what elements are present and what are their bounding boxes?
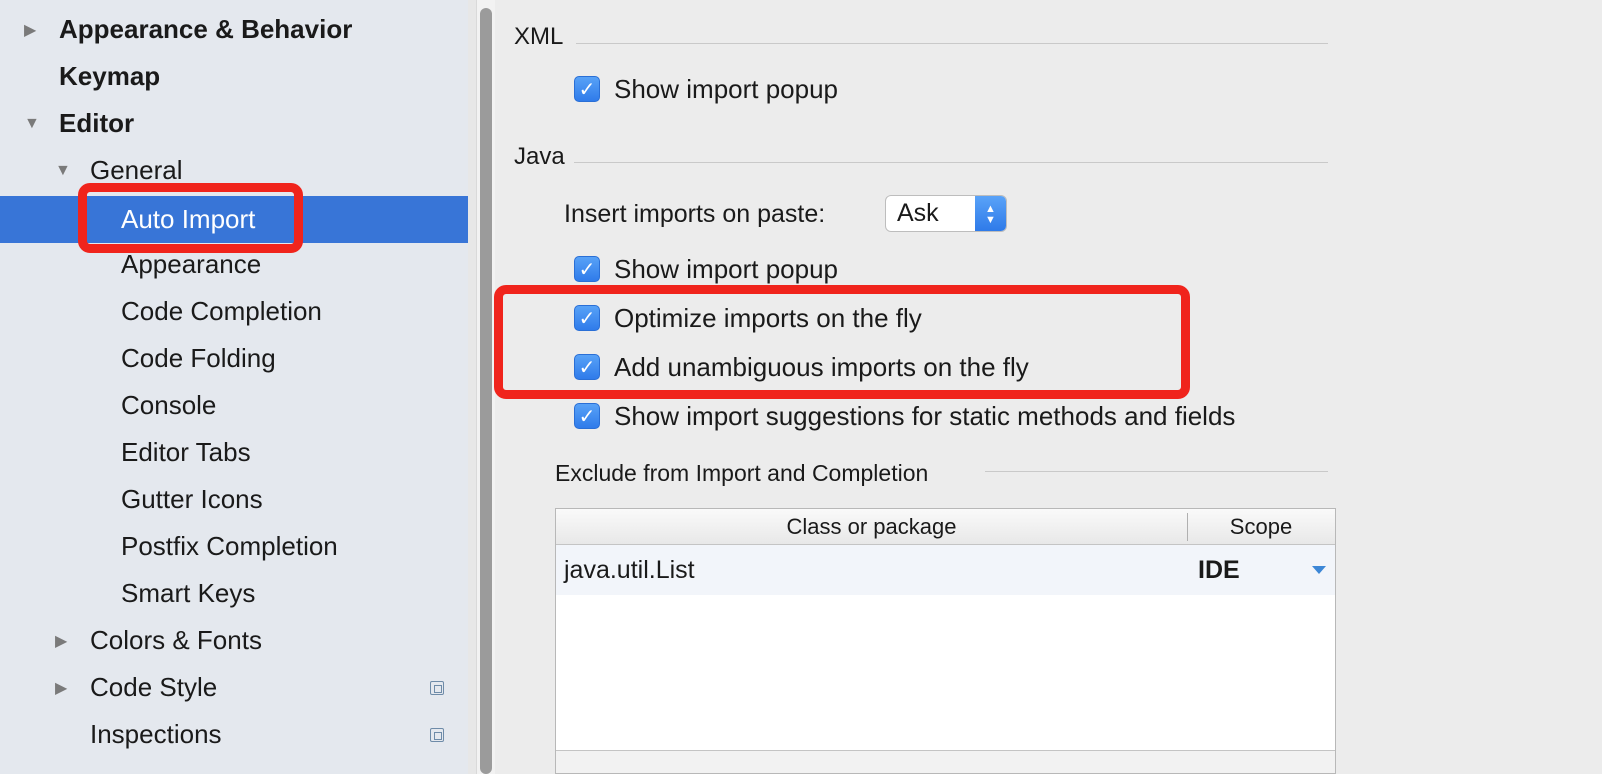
tree-item-label: Code Folding	[121, 343, 276, 373]
exclude-table: Class or package Scope java.util.List ID…	[555, 508, 1336, 774]
tree-item-gutter-icons[interactable]: Gutter Icons	[0, 476, 468, 523]
section-title-java: Java	[514, 143, 565, 170]
section-title-xml: XML	[514, 23, 564, 50]
tree-item-label: Appearance	[121, 249, 262, 279]
tree-item-console[interactable]: Console	[0, 382, 468, 429]
java-show-import-popup-checkbox[interactable]: ✓ Show import popup	[574, 254, 838, 284]
checkbox-checked-icon[interactable]: ✓	[574, 403, 600, 429]
tree-item-label: Code Style	[90, 672, 218, 702]
table-row[interactable]: java.util.List IDE	[556, 545, 1335, 595]
tree-item-label: Postfix Completion	[121, 531, 338, 561]
insert-imports-select[interactable]: Ask ▲ ▼	[885, 195, 1007, 232]
checkbox-label: Show import popup	[614, 253, 839, 284]
tree-item-code-folding[interactable]: Code Folding	[0, 335, 468, 382]
tree-item-editor[interactable]: ▼ Editor	[0, 100, 468, 147]
chevron-down-icon: ▼	[985, 213, 996, 226]
expand-arrow-icon[interactable]: ▶	[24, 20, 36, 40]
section-separator	[576, 43, 1328, 44]
tree-item-label: Smart Keys	[121, 578, 256, 608]
expand-arrow-icon[interactable]: ▶	[55, 631, 67, 651]
chevron-up-icon: ▲	[985, 202, 996, 215]
cell-scope[interactable]: IDE	[1198, 545, 1240, 595]
tree-item-label: Console	[121, 390, 217, 420]
tree-item-label: Editor Tabs	[121, 437, 251, 467]
tree-item-label: General	[90, 155, 183, 185]
section-separator	[985, 471, 1328, 472]
column-header-class[interactable]: Class or package	[556, 509, 1187, 544]
tree-item-label: Keymap	[59, 61, 161, 91]
project-scope-icon	[430, 681, 444, 695]
collapse-arrow-icon[interactable]: ▼	[24, 115, 40, 133]
xml-show-import-popup-checkbox[interactable]: ✓ Show import popup	[574, 74, 838, 104]
expand-arrow-icon[interactable]: ▶	[55, 678, 67, 698]
highlight-import-options	[494, 285, 1190, 399]
cell-class[interactable]: java.util.List	[564, 545, 695, 595]
tree-item-inspections[interactable]: Inspections	[0, 711, 468, 758]
tree-item-label: Code Completion	[121, 296, 322, 326]
tree-item-colors-fonts[interactable]: ▶ Colors & Fonts	[0, 617, 468, 664]
tree-item-label: Appearance & Behavior	[59, 14, 353, 44]
tree-item-code-style[interactable]: ▶ Code Style	[0, 664, 468, 711]
select-stepper-icon[interactable]: ▲ ▼	[975, 196, 1006, 231]
checkbox-checked-icon[interactable]: ✓	[574, 256, 600, 282]
checkbox-label: Show import popup	[614, 73, 839, 104]
tree-item-label: Inspections	[90, 719, 222, 749]
select-value: Ask	[897, 199, 939, 227]
tree-item-editor-tabs[interactable]: Editor Tabs	[0, 429, 468, 476]
tree-item-code-completion[interactable]: Code Completion	[0, 288, 468, 335]
tree-item-label: Gutter Icons	[121, 484, 263, 514]
settings-sidebar: ▶ Appearance & Behavior Keymap ▼ Editor …	[0, 0, 468, 774]
section-title-exclude: Exclude from Import and Completion	[555, 460, 929, 486]
tree-item-label: Editor	[59, 108, 135, 138]
section-separator	[574, 162, 1328, 163]
project-scope-icon	[430, 728, 444, 742]
sidebar-scrollbar[interactable]	[476, 0, 495, 774]
table-header: Class or package Scope	[556, 509, 1335, 545]
tree-item-postfix-completion[interactable]: Postfix Completion	[0, 523, 468, 570]
insert-imports-label: Insert imports on paste:	[564, 200, 826, 228]
tree-item-label: Colors & Fonts	[90, 625, 262, 655]
tree-item-keymap[interactable]: Keymap	[0, 53, 468, 100]
scope-dropdown-icon[interactable]	[1312, 566, 1326, 574]
table-toolbar	[556, 750, 1335, 773]
checkbox-checked-icon[interactable]: ✓	[574, 76, 600, 102]
highlight-auto-import	[78, 183, 303, 253]
tree-item-smart-keys[interactable]: Smart Keys	[0, 570, 468, 617]
collapse-arrow-icon[interactable]: ▼	[55, 162, 71, 180]
scrollbar-thumb[interactable]	[480, 8, 492, 774]
show-import-suggestions-checkbox[interactable]: ✓ Show import suggestions for static met…	[574, 401, 1235, 431]
splitter[interactable]	[468, 0, 476, 774]
tree-item-appearance-behavior[interactable]: ▶ Appearance & Behavior	[0, 6, 468, 53]
column-header-scope[interactable]: Scope	[1188, 509, 1334, 544]
checkbox-label: Show import suggestions for static metho…	[614, 400, 1236, 431]
